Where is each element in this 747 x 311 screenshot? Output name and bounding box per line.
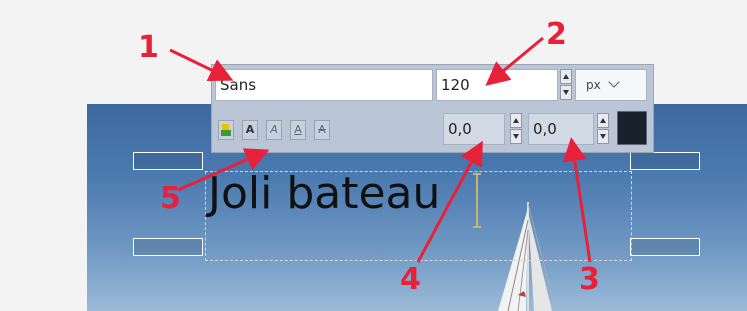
annotation-label-4: 4: [400, 262, 421, 297]
annotation-label-1: 1: [138, 30, 159, 65]
annotation-arrow-1: [169, 48, 234, 81]
annotation-arrow-2: [485, 36, 544, 86]
annotation-label-5: 5: [160, 181, 181, 216]
annotation-arrow-5: [177, 148, 270, 192]
annotation-arrows: [169, 36, 592, 263]
annotation-label-2: 2: [546, 17, 567, 52]
annotation-label-3: 3: [579, 262, 600, 297]
annotation-arrow-3: [562, 137, 592, 263]
annotation-arrow-4: [416, 140, 483, 263]
